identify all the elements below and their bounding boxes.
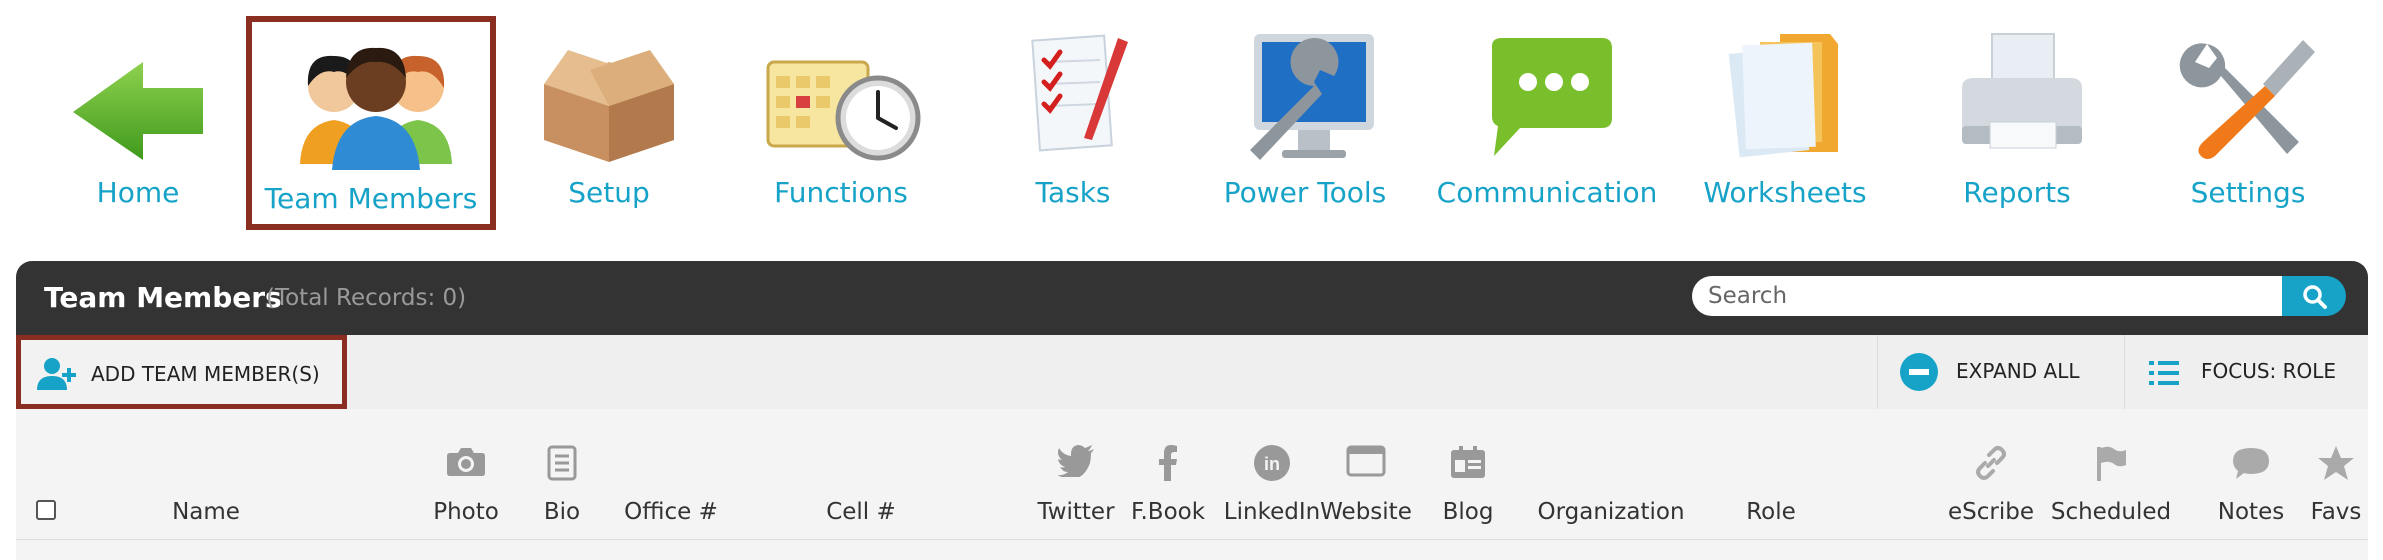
nav-label: Settings [2190, 176, 2306, 209]
focus-role-label: FOCUS: ROLE [2201, 359, 2337, 383]
column-label: Photo [433, 499, 499, 525]
browser-window-icon [1346, 445, 1386, 477]
column-label: Notes [2217, 499, 2285, 525]
tools-icon [2163, 22, 2333, 168]
col-notes[interactable]: Notes [2206, 409, 2296, 539]
expand-all-label: EXPAND ALL [1956, 359, 2080, 383]
total-records: (Total Records: 0) [266, 285, 467, 311]
nav-tasks[interactable]: Tasks [958, 0, 1188, 232]
monitor-wrench-icon [1220, 22, 1390, 168]
blog-card-icon [1451, 446, 1485, 478]
twitter-icon [1057, 445, 1094, 477]
col-linkedin[interactable]: in LinkedIn [1222, 409, 1322, 539]
table-body [16, 540, 2368, 560]
nav-label: Setup [568, 176, 650, 209]
nav-communication[interactable]: Communication [1422, 0, 1672, 232]
nav-label: Team Members [264, 182, 478, 215]
col-cell[interactable]: Cell # [806, 409, 916, 539]
panel-title: Team Members [44, 281, 282, 314]
checklist-icon [988, 22, 1158, 168]
nav-label: Power Tools [1223, 176, 1387, 209]
col-fbook[interactable]: F.Book [1123, 409, 1213, 539]
list-icon [2149, 361, 2179, 385]
nav-home[interactable]: Home [23, 0, 253, 232]
column-label: Role [1746, 499, 1796, 525]
col-role[interactable]: Role [1716, 409, 1826, 539]
nav-label: Tasks [1035, 176, 1111, 209]
col-office[interactable]: Office # [601, 409, 741, 539]
column-label: Bio [543, 499, 581, 525]
column-label: Name [172, 499, 240, 525]
nav-team-members[interactable]: Team Members [246, 16, 496, 230]
nav-label: Worksheets [1703, 176, 1867, 209]
table-header: Name Photo Bio Office # Cell # Twitter F… [16, 409, 2368, 540]
column-label: Organization [1537, 499, 1685, 525]
search-button[interactable] [2282, 276, 2346, 316]
nav-settings[interactable]: Settings [2133, 0, 2363, 232]
column-label: LinkedIn [1223, 499, 1321, 525]
collapse-minus-icon [1900, 353, 1938, 391]
flag-icon [2097, 446, 2126, 481]
printer-icon [1932, 22, 2102, 168]
column-label: Favs [2310, 499, 2362, 525]
col-website[interactable]: Website [1316, 409, 1416, 539]
star-icon [2318, 446, 2354, 480]
search-input[interactable] [1692, 276, 2282, 316]
column-label: Scheduled [2050, 499, 2172, 525]
col-photo[interactable]: Photo [416, 409, 516, 539]
column-label: Website [1320, 499, 1412, 525]
column-label: Twitter [1037, 499, 1115, 525]
nav-label: Reports [1963, 176, 2071, 209]
nav-reports[interactable]: Reports [1902, 0, 2132, 232]
nav-label: Functions [774, 176, 908, 209]
select-all-checkbox[interactable] [36, 500, 56, 520]
home-arrow-icon [53, 22, 223, 168]
nav-power-tools[interactable]: Power Tools [1190, 0, 1420, 232]
add-button-label: ADD TEAM MEMBER(S) [91, 362, 320, 386]
top-navigation: Home Team Members Setup Functions Tasks … [0, 0, 2383, 232]
column-label: Blog [1442, 499, 1494, 525]
nav-functions[interactable]: Functions [726, 0, 956, 232]
focus-role-button[interactable]: FOCUS: ROLE [2124, 335, 2369, 409]
search-icon [2303, 285, 2327, 309]
toolbar: ADD TEAM MEMBER(S) EXPAND ALL FOCUS: ROL… [16, 335, 2368, 410]
column-label: F.Book [1130, 499, 1206, 525]
col-favs[interactable]: Favs [2306, 409, 2366, 539]
link-icon [1976, 446, 2006, 480]
col-scheduled[interactable]: Scheduled [2036, 409, 2186, 539]
add-user-icon [37, 358, 76, 390]
nav-worksheets[interactable]: Worksheets [1670, 0, 1900, 232]
document-icon [547, 445, 577, 481]
nav-label: Communication [1436, 176, 1658, 209]
col-twitter[interactable]: Twitter [1026, 409, 1126, 539]
nav-label: Home [96, 176, 180, 209]
panel-header: Team Members (Total Records: 0) [16, 261, 2368, 335]
chat-bubble-icon [1462, 22, 1632, 168]
col-bio[interactable]: Bio [522, 409, 602, 539]
col-name[interactable]: Name [136, 409, 276, 539]
linkedin-icon: in [1254, 445, 1290, 481]
search-box [1692, 276, 2346, 316]
team-members-icon [286, 28, 456, 174]
column-label: Cell # [826, 499, 896, 525]
column-label: Office # [624, 499, 718, 525]
expand-all-button[interactable]: EXPAND ALL [1877, 335, 2125, 409]
calendar-clock-icon [756, 22, 926, 168]
col-blog[interactable]: Blog [1423, 409, 1513, 539]
folder-docs-icon [1700, 22, 1870, 168]
nav-setup[interactable]: Setup [494, 0, 724, 232]
speech-bubble-icon [2233, 448, 2269, 479]
facebook-icon [1159, 445, 1177, 481]
column-label: eScribe [1948, 499, 2034, 525]
camera-icon [447, 448, 485, 476]
box-icon [524, 22, 694, 168]
add-team-member-button[interactable]: ADD TEAM MEMBER(S) [16, 335, 347, 409]
col-organization[interactable]: Organization [1516, 409, 1706, 539]
col-escribe[interactable]: eScribe [1931, 409, 2051, 539]
svg-text:in: in [1264, 454, 1280, 474]
